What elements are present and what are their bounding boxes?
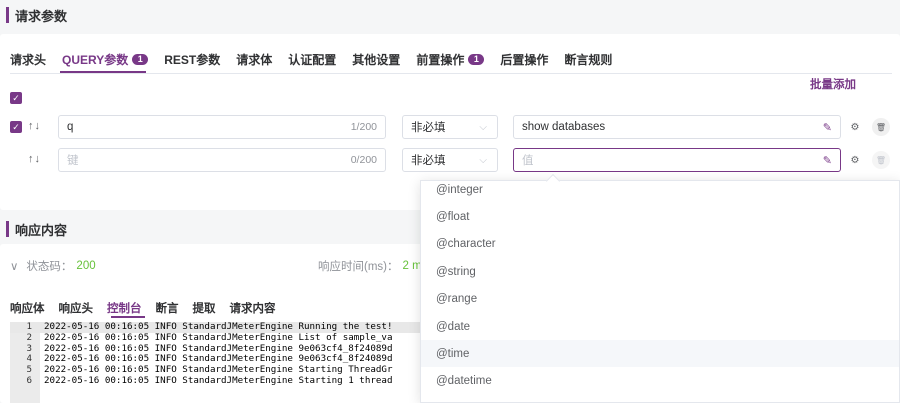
status-code-value: 200 bbox=[76, 260, 96, 272]
tab-response-headers[interactable]: 响应头 bbox=[59, 300, 94, 316]
dropdown-item-string[interactable]: @string bbox=[421, 258, 899, 285]
line-number: 6 bbox=[26, 374, 32, 386]
line-text: 2022-05-16 00:16:05 INFO StandardJMeterE… bbox=[44, 374, 393, 386]
dropdown-item-date[interactable]: @date bbox=[421, 313, 899, 340]
tab-badge: 1 bbox=[468, 53, 485, 65]
tab-headers[interactable]: 请求头 bbox=[10, 50, 46, 68]
param-key-input[interactable]: 键 0/200 bbox=[58, 148, 386, 172]
check-icon: ✓ bbox=[12, 121, 20, 132]
chevron-down-icon: ⌵ bbox=[479, 154, 487, 166]
line-text: 2022-05-16 00:16:05 INFO StandardJMeterE… bbox=[44, 331, 393, 343]
console-line: 2 2022-05-16 00:16:05 INFO StandardJMeter… bbox=[10, 331, 430, 344]
param-value-input[interactable]: show databases ✎ bbox=[513, 115, 841, 139]
tab-rest-params[interactable]: REST参数 bbox=[164, 50, 220, 68]
tab-label: 后置操作 bbox=[500, 52, 549, 67]
param-key-placeholder: 键 bbox=[67, 155, 79, 167]
response-tabs: 响应体 响应头 控制台 断言 提取 请求内容 bbox=[10, 300, 290, 316]
tab-post-operations[interactable]: 后置操作 bbox=[500, 50, 548, 68]
char-counter: 1/200 bbox=[350, 121, 377, 133]
response-time-row: 响应时间(ms)： 2 ms bbox=[318, 258, 427, 274]
char-counter: 0/200 bbox=[350, 154, 377, 166]
sort-arrows-icon[interactable]: ↑↓ bbox=[28, 120, 41, 132]
required-select-value: 非必填 bbox=[411, 122, 446, 134]
param-key-value: q bbox=[67, 121, 74, 133]
tab-console[interactable]: 控制台 bbox=[107, 300, 142, 316]
status-row: ∨ 状态码： 200 bbox=[10, 258, 96, 274]
sort-arrows-icon[interactable]: ↑↓ bbox=[28, 153, 41, 165]
trash-icon[interactable]: 🗑 bbox=[872, 118, 890, 136]
tab-response-body[interactable]: 响应体 bbox=[10, 300, 45, 316]
request-params-header: 请求参数 bbox=[0, 0, 900, 30]
line-text: 2022-05-16 00:16:05 INFO StandardJMeterE… bbox=[44, 364, 393, 376]
dropdown-item-character[interactable]: @character bbox=[421, 230, 899, 257]
tab-label: QUERY参数 bbox=[62, 52, 129, 67]
tab-label: 请求体 bbox=[236, 52, 273, 67]
section-accent-bar bbox=[6, 221, 9, 237]
select-all-checkbox[interactable]: ✓ bbox=[10, 92, 22, 104]
line-text: 2022-05-16 00:16:05 INFO StandardJMeterE… bbox=[44, 353, 393, 365]
required-select[interactable]: 非必填 ⌵ bbox=[402, 148, 498, 172]
row-checkbox[interactable]: ✓ bbox=[10, 121, 22, 133]
line-number: 1 bbox=[26, 322, 32, 332]
tab-label: 请求头 bbox=[10, 52, 47, 67]
param-value-text: show databases bbox=[522, 121, 606, 133]
edit-icon[interactable]: ✎ bbox=[823, 154, 832, 167]
tab-label: 断言规则 bbox=[564, 52, 613, 67]
tab-label: 认证配置 bbox=[288, 52, 337, 67]
line-number: 2 bbox=[26, 331, 32, 343]
line-text: 2022-05-16 00:16:05 INFO StandardJMeterE… bbox=[44, 342, 393, 354]
tab-pre-operations[interactable]: 前置操作 1 bbox=[416, 50, 485, 68]
console-line: 6 2022-05-16 00:16:05 INFO StandardJMeter… bbox=[10, 374, 430, 387]
dropdown-item-datetime[interactable]: @datetime bbox=[421, 367, 899, 394]
tab-query-params[interactable]: QUERY参数 1 bbox=[62, 50, 149, 68]
console-output[interactable]: 1 2022-05-16 00:16:05 INFO StandardJMeter… bbox=[10, 322, 430, 403]
gear-icon[interactable]: ⚙ bbox=[846, 118, 864, 136]
line-number: 5 bbox=[26, 364, 32, 376]
edit-icon[interactable]: ✎ bbox=[823, 121, 832, 134]
tab-assertions[interactable]: 断言 bbox=[156, 300, 179, 316]
tabs-divider bbox=[10, 73, 892, 74]
tab-label: 其他设置 bbox=[352, 52, 401, 67]
tab-label: 前置操作 bbox=[416, 52, 465, 67]
dropdown-item-time[interactable]: @time bbox=[421, 340, 899, 367]
tab-assertion-rules[interactable]: 断言规则 bbox=[564, 50, 612, 68]
mock-function-dropdown: @integer @float @character @string @rang… bbox=[420, 180, 900, 403]
trash-icon: 🗑 bbox=[872, 151, 890, 169]
dropdown-item-float[interactable]: @float bbox=[421, 203, 899, 230]
active-response-tab-underline bbox=[111, 316, 145, 318]
response-title: 响应内容 bbox=[15, 222, 68, 238]
tab-extract[interactable]: 提取 bbox=[193, 300, 216, 316]
dropdown-item-integer[interactable]: @integer bbox=[421, 181, 899, 203]
batch-add-button[interactable]: 批量添加 bbox=[810, 76, 856, 92]
required-select-value: 非必填 bbox=[411, 155, 446, 167]
status-code-label: 状态码： bbox=[26, 261, 73, 273]
line-number: 3 bbox=[26, 342, 32, 354]
request-params-title: 请求参数 bbox=[15, 8, 68, 24]
response-time-label: 响应时间(ms)： bbox=[318, 261, 399, 273]
request-tabs: 请求头 QUERY参数 1 REST参数 请求体 认证配置 其他设置 前置操作 1 … bbox=[10, 50, 628, 72]
line-text: 2022-05-16 00:16:05 INFO StandardJMeterE… bbox=[44, 322, 393, 332]
line-number: 4 bbox=[26, 353, 32, 365]
chevron-down-icon: ⌵ bbox=[479, 121, 487, 133]
param-value-input[interactable]: 值 ✎ bbox=[513, 148, 841, 172]
section-accent-bar bbox=[6, 7, 9, 23]
collapse-icon[interactable]: ∨ bbox=[10, 259, 18, 273]
tab-auth[interactable]: 认证配置 bbox=[288, 50, 336, 68]
tab-body[interactable]: 请求体 bbox=[236, 50, 272, 68]
required-select[interactable]: 非必填 ⌵ bbox=[402, 115, 498, 139]
gear-icon[interactable]: ⚙ bbox=[846, 151, 864, 169]
param-value-placeholder: 值 bbox=[522, 155, 534, 167]
dropdown-item-range[interactable]: @range bbox=[421, 285, 899, 312]
param-key-input[interactable]: q 1/200 bbox=[58, 115, 386, 139]
tab-request-content[interactable]: 请求内容 bbox=[230, 300, 276, 316]
tab-badge: 1 bbox=[132, 53, 149, 65]
check-icon: ✓ bbox=[12, 92, 20, 103]
tab-label: REST参数 bbox=[164, 52, 221, 67]
tab-other-settings[interactable]: 其他设置 bbox=[352, 50, 400, 68]
